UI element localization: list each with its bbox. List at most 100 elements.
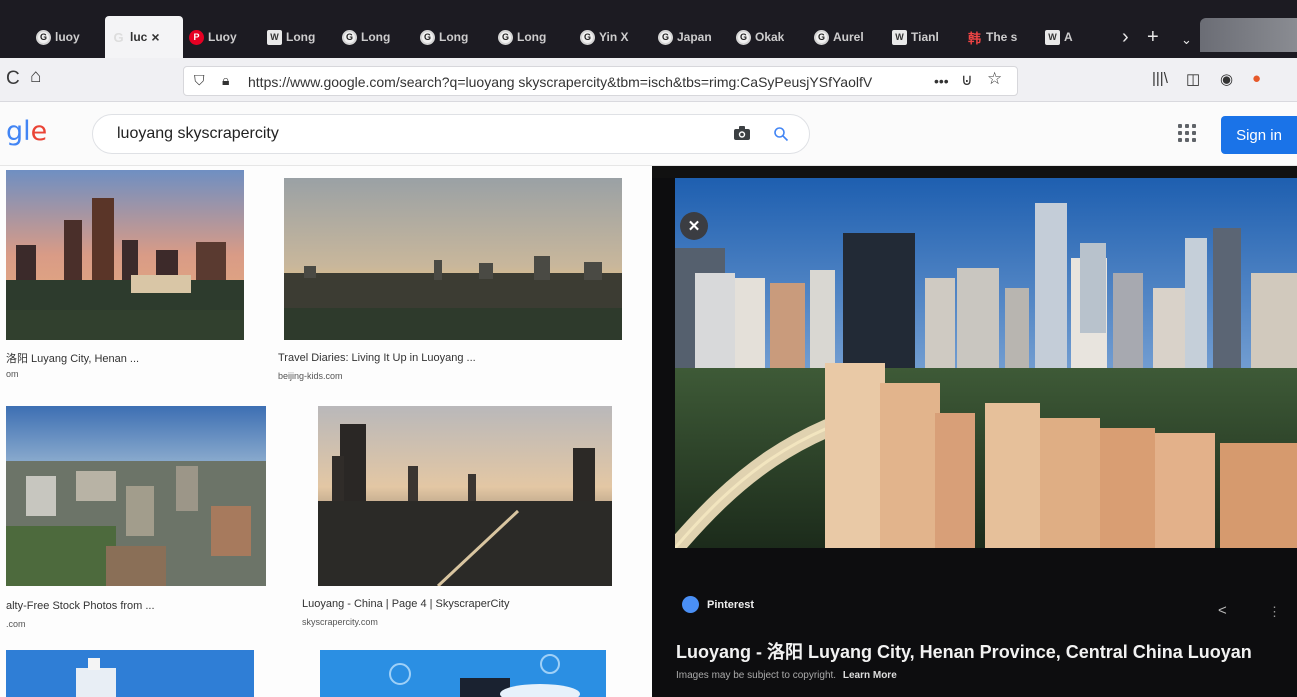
tab-9[interactable]: G Japan [652, 16, 730, 58]
tab-13[interactable]: 韩 The s [961, 16, 1039, 58]
image-result-2[interactable]: Travel Diaries: Living It Up in Luoyang … [278, 178, 624, 388]
result-title[interactable]: 洛阳 Luyang City, Henan ... [6, 350, 139, 366]
tab-strip: yGluoyGluc×PLuoyWLongGLongGLongGLongGYin… [0, 0, 1297, 58]
google-favicon-icon: G [658, 29, 673, 45]
tab-list: yGluoyGluc×PLuoyWLongGLongGLongGLongGYin… [0, 16, 1079, 58]
google-favicon-icon: G [814, 29, 829, 45]
tab-5[interactable]: G Long [336, 16, 414, 58]
result-thumbnail[interactable] [318, 406, 612, 586]
tab-7[interactable]: G Long [492, 16, 574, 58]
bookmark-star-icon[interactable]: ☆ [987, 69, 1002, 89]
google-favicon-icon: G [580, 29, 595, 45]
url-text[interactable]: https://www.google.com/search?q=luoyang … [248, 74, 928, 90]
result-thumbnail[interactable] [6, 650, 254, 697]
tab-12[interactable]: W Tianl [886, 16, 961, 58]
tab-2[interactable]: Gluc × [105, 16, 183, 58]
globe-icon [682, 596, 699, 613]
search-icon[interactable] [773, 126, 789, 142]
copyright-text: Images may be subject to copyright. [676, 670, 837, 681]
result-thumbnail[interactable] [284, 178, 622, 340]
logo-text: gl [6, 116, 31, 147]
google-favicon-icon: G [498, 29, 513, 45]
result-source[interactable]: beijing-kids.com [278, 371, 343, 381]
sidebar-icon[interactable]: ◫ [1186, 70, 1200, 88]
navigation-toolbar: C ⌂ ⛉ 🔒︎ https://www.google.com/search?q… [0, 58, 1297, 102]
window-controls[interactable] [1200, 18, 1297, 52]
home-icon[interactable]: ⌂ [30, 66, 41, 88]
image-result-6[interactable] [320, 650, 608, 697]
extension-icon[interactable]: ● [1252, 70, 1261, 87]
result-source[interactable]: .com [6, 619, 26, 629]
result-thumbnail[interactable] [6, 170, 244, 340]
search-box [92, 114, 810, 154]
google-logo[interactable]: gle [6, 116, 47, 147]
copyright-notice: Images may be subject to copyright. Lear… [676, 670, 897, 681]
tab-label: Long [361, 30, 391, 44]
search-input[interactable] [117, 125, 717, 143]
image-result-5[interactable] [6, 650, 256, 697]
source-row[interactable]: Pinterest [682, 596, 754, 613]
preview-image[interactable] [675, 178, 1297, 548]
tab-11[interactable]: G Aurel [808, 16, 886, 58]
tab-favicon-icon: G [113, 29, 124, 45]
result-source[interactable]: skyscrapercity.com [302, 617, 378, 627]
tab-label: The s [986, 30, 1018, 44]
tab-label: Tianl [911, 30, 939, 44]
tab-3[interactable]: P Luoy [183, 16, 261, 58]
image-result-4[interactable]: Luoyang - China | Page 4 | SkyscraperCit… [302, 406, 614, 632]
tab-label: Japan [677, 30, 712, 44]
account-icon[interactable]: ◉ [1220, 70, 1233, 88]
tab-6[interactable]: G Long [414, 16, 492, 58]
google-apps-icon[interactable] [1178, 124, 1196, 142]
result-title[interactable]: alty-Free Stock Photos from ... [6, 600, 155, 612]
source-name[interactable]: Pinterest [707, 599, 754, 611]
pinterest-favicon-icon: P [189, 29, 204, 45]
result-source[interactable]: om [6, 369, 19, 379]
result-thumbnail[interactable] [320, 650, 606, 697]
tab-10[interactable]: G Okak [730, 16, 808, 58]
tab-0[interactable]: y [0, 16, 30, 58]
tab-label: Long [439, 30, 469, 44]
google-favicon-icon: G [342, 29, 357, 45]
tab-label: Yin X [599, 30, 629, 44]
tab-label: Okak [755, 30, 785, 44]
preview-title[interactable]: Luoyang - 洛阳 Luyang City, Henan Province… [676, 638, 1252, 664]
wikipedia-favicon-icon: W [1045, 29, 1060, 45]
tab-label: luoy [55, 30, 80, 44]
close-tab-icon[interactable]: × [151, 29, 159, 45]
image-result-3[interactable]: alty-Free Stock Photos from ... .com [6, 406, 268, 632]
google-header: gle Sign in [0, 102, 1297, 166]
pocket-icon[interactable]: ⊍ [961, 70, 973, 90]
site-favicon-icon: 韩 [967, 30, 981, 46]
page-actions-icon[interactable]: ••• [934, 73, 949, 89]
image-result-1[interactable]: 洛阳 Luyang City, Henan ... om [6, 170, 246, 385]
result-title[interactable]: Luoyang - China | Page 4 | SkyscraperCit… [302, 598, 510, 610]
google-favicon-icon: G [36, 29, 51, 45]
close-preview-button[interactable]: ✕ [680, 212, 708, 240]
learn-more-link[interactable]: Learn More [843, 670, 897, 681]
tab-label: Aurel [833, 30, 864, 44]
address-bar[interactable]: ⛉ 🔒︎ https://www.google.com/search?q=luo… [183, 66, 1018, 96]
result-title[interactable]: Travel Diaries: Living It Up in Luoyang … [278, 352, 476, 364]
google-favicon-icon: G [736, 29, 751, 45]
share-icon[interactable]: < [1218, 602, 1227, 619]
tab-1[interactable]: Gluoy [30, 16, 105, 58]
list-all-tabs-icon[interactable]: ⌄ [1181, 32, 1192, 48]
tracking-shield-icon[interactable]: ⛉ [194, 72, 205, 89]
reload-icon[interactable]: C [6, 68, 20, 90]
tab-label: A [1064, 30, 1073, 44]
tab-scroll-right-icon[interactable]: › [1122, 26, 1129, 49]
google-favicon-icon: G [420, 29, 435, 45]
camera-icon[interactable] [733, 125, 751, 141]
lock-icon[interactable]: 🔒︎ [222, 72, 229, 89]
image-results-grid: 洛阳 Luyang City, Henan ... om Travel Diar… [0, 166, 652, 697]
tab-favicon-icon [6, 30, 21, 45]
tab-4[interactable]: W Long [261, 16, 336, 58]
tab-8[interactable]: G Yin X [574, 16, 652, 58]
sign-in-button[interactable]: Sign in [1221, 116, 1297, 154]
new-tab-button[interactable]: + [1147, 26, 1159, 49]
more-options-icon[interactable]: ⋮ [1268, 604, 1281, 620]
tab-14[interactable]: WA [1039, 16, 1079, 58]
library-icon[interactable]: |||\ [1152, 70, 1168, 87]
result-thumbnail[interactable] [6, 406, 266, 586]
